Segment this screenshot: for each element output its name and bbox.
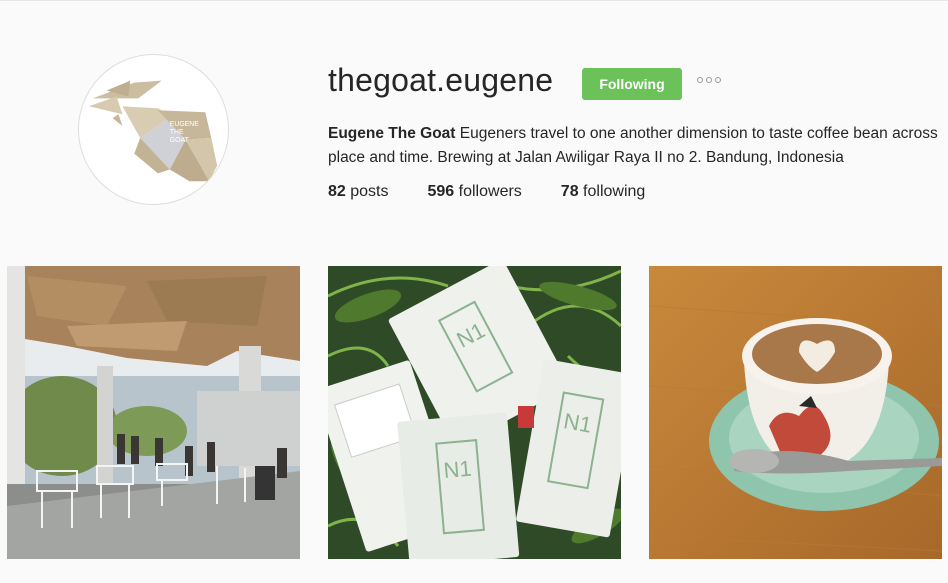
profile-full-name: Eugene The Goat <box>328 125 456 142</box>
followers-label: followers <box>458 183 522 200</box>
coffee-bags-image: N1 N1 N1 <box>328 266 621 559</box>
profile-avatar[interactable]: EUGENE THE GOAT <box>78 54 229 205</box>
profile-bio: Eugene The Goat Eugeners travel to one a… <box>328 122 943 170</box>
profile-username: thegoat.eugene <box>328 62 554 98</box>
dot-icon <box>706 77 712 83</box>
dot-icon <box>697 77 703 83</box>
latte-art-image <box>649 266 942 559</box>
posts-count: 82 <box>328 183 346 200</box>
goat-logo-icon: EUGENE THE GOAT <box>88 80 218 182</box>
logo-text-line-1: EUGENE <box>170 121 200 128</box>
followers-stat[interactable]: 596 followers <box>428 183 522 201</box>
posts-label: posts <box>350 183 389 200</box>
post-thumbnail-cafe-terrace[interactable] <box>7 266 300 559</box>
logo-text-line-3: GOAT <box>170 137 190 144</box>
post-thumbnail-latte-art[interactable] <box>649 266 942 559</box>
followers-count: 596 <box>427 183 455 200</box>
following-count: 78 <box>560 183 579 200</box>
posts-stat: 82 posts <box>328 183 389 201</box>
more-options-button[interactable] <box>697 77 721 83</box>
profile-stats: 82 posts 596 followers 78 following <box>328 183 684 201</box>
following-stat[interactable]: 78 following <box>561 183 646 201</box>
top-divider <box>0 0 948 1</box>
svg-text:N1: N1 <box>442 456 472 483</box>
post-thumbnail-coffee-bags[interactable]: N1 N1 N1 <box>328 266 621 559</box>
following-label: following <box>583 183 646 200</box>
following-button[interactable]: Following <box>582 68 682 100</box>
svg-text:N1: N1 <box>562 408 594 438</box>
dot-icon <box>715 77 721 83</box>
cafe-terrace-image <box>7 266 300 559</box>
logo-text-line-2: THE <box>170 129 184 136</box>
